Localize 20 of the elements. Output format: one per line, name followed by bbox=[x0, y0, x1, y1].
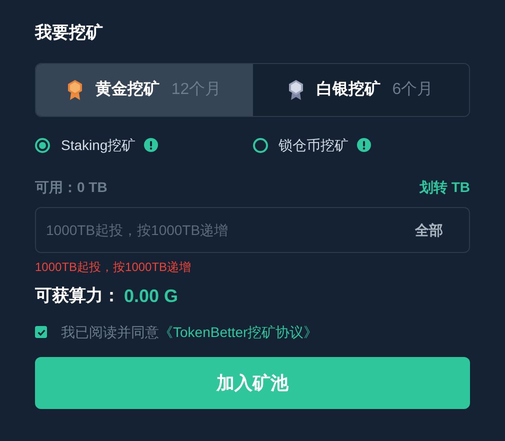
mode-radio[interactable] bbox=[35, 138, 50, 152]
agreement-checkbox[interactable] bbox=[35, 326, 47, 338]
section-title: 我要挖矿 bbox=[35, 22, 104, 44]
amount-field[interactable]: 1000TB起投，按1000TB递增 全部 bbox=[35, 207, 470, 253]
agreement-text: 我已阅读并同意 bbox=[61, 322, 159, 342]
info-icon[interactable] bbox=[356, 138, 370, 152]
all-button[interactable]: 全部 bbox=[415, 220, 443, 240]
error-message: 1000TB起投，按1000TB递增 bbox=[35, 259, 192, 276]
info-icon[interactable] bbox=[144, 138, 158, 152]
plan-tab[interactable]: 黄金挖矿 12个月 bbox=[36, 64, 252, 116]
available-balance: 可用：0 TB bbox=[35, 178, 108, 196]
hashrate-label: 可获算力： bbox=[35, 285, 120, 308]
medal-icon bbox=[288, 79, 304, 101]
mode-label: 锁仓币挖矿 bbox=[278, 136, 348, 154]
agreement-link[interactable]: 《TokenBetter挖矿协议》 bbox=[159, 322, 318, 342]
medal-icon bbox=[67, 79, 84, 101]
mode-label: Staking挖矿 bbox=[61, 136, 136, 155]
mode-radio[interactable] bbox=[252, 138, 268, 152]
hashrate-value: 0.00 G bbox=[124, 284, 178, 308]
transfer-link[interactable]: 划转 TB bbox=[419, 176, 470, 198]
